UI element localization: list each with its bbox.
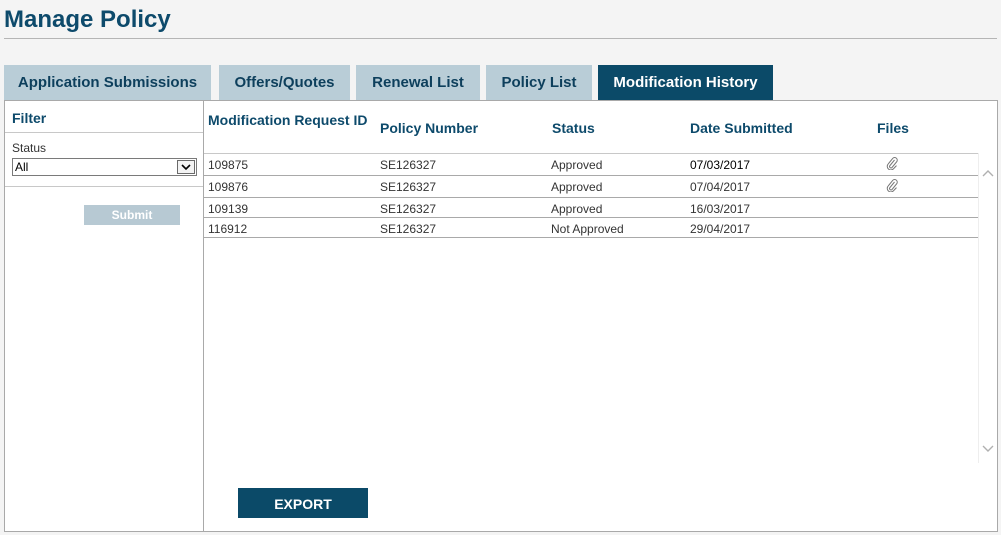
status-select[interactable]: All — [12, 158, 197, 176]
filter-divider — [5, 186, 203, 187]
cell-request-id: 109876 — [208, 180, 249, 194]
tab-renewal-list[interactable]: Renewal List — [356, 65, 480, 100]
export-button[interactable]: EXPORT — [238, 488, 368, 518]
cell-status: Not Approved — [551, 222, 624, 236]
filter-divider — [5, 132, 203, 133]
title-divider — [4, 38, 997, 39]
cell-status: Approved — [551, 180, 603, 194]
cell-status: Approved — [551, 202, 603, 216]
cell-policy-number: SE126327 — [380, 180, 437, 194]
tab-policy-list[interactable]: Policy List — [486, 65, 592, 100]
column-header-files: Files — [877, 120, 909, 136]
cell-date-submitted: 29/04/2017 — [690, 222, 751, 236]
status-label: Status — [12, 141, 47, 155]
chevron-down-icon[interactable] — [981, 443, 995, 457]
cell-policy-number: SE126327 — [380, 222, 437, 236]
column-header-modification-request-id: Modification Request ID — [208, 112, 368, 128]
table-row[interactable]: 116912 SE126327 Not Approved 29/04/2017 — [204, 218, 978, 238]
page-title: Manage Policy — [4, 6, 171, 33]
cell-status: Approved — [551, 158, 603, 172]
modification-history-table: Modification Request ID Policy Number St… — [204, 101, 997, 531]
chevron-down-icon[interactable] — [177, 160, 195, 174]
tab-offers-quotes[interactable]: Offers/Quotes — [219, 65, 350, 100]
column-header-policy-number: Policy Number — [380, 120, 479, 136]
status-select-value: All — [15, 160, 29, 174]
filter-sidebar: Filter Status All Submit — [5, 101, 204, 531]
table-row[interactable]: 109876 SE126327 Approved 07/04/2017 — [204, 176, 978, 198]
cell-request-id: 109875 — [208, 158, 249, 172]
paperclip-icon[interactable] — [886, 157, 898, 171]
submit-button[interactable]: Submit — [84, 205, 180, 225]
cell-date-submitted: 16/03/2017 — [690, 202, 751, 216]
column-header-status: Status — [552, 120, 595, 136]
tab-modification-history[interactable]: Modification History — [598, 65, 773, 100]
column-header-date-submitted: Date Submitted — [690, 120, 793, 136]
cell-date-submitted: 07/03/2017 — [690, 158, 751, 172]
content-panel: Filter Status All Submit Modification Re… — [4, 100, 998, 532]
cell-request-id: 116912 — [208, 222, 248, 236]
cell-date-submitted: 07/04/2017 — [690, 180, 751, 194]
paperclip-icon[interactable] — [886, 179, 898, 193]
scrollbar-track[interactable] — [978, 153, 979, 463]
tab-application-submissions[interactable]: Application Submissions — [4, 65, 211, 100]
table-row[interactable]: 109139 SE126327 Approved 16/03/2017 — [204, 198, 978, 218]
table-row[interactable]: 109875 SE126327 Approved 07/03/2017 — [204, 154, 978, 176]
cell-policy-number: SE126327 — [380, 158, 437, 172]
chevron-up-icon[interactable] — [981, 167, 995, 181]
cell-policy-number: SE126327 — [380, 202, 437, 216]
cell-request-id: 109139 — [208, 202, 249, 216]
filter-title: Filter — [12, 110, 47, 126]
